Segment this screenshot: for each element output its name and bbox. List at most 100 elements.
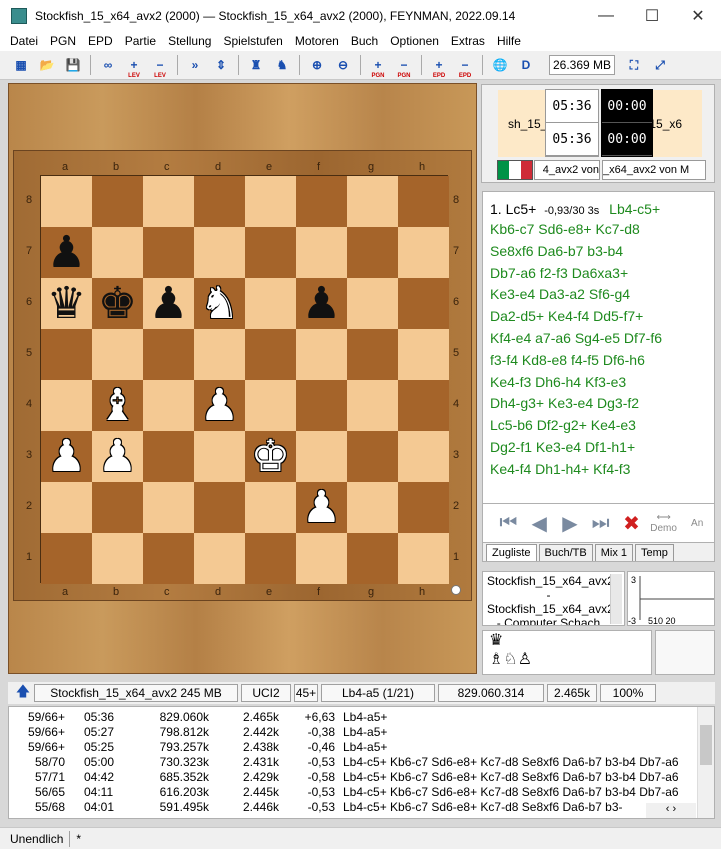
tab-zugliste[interactable]: Zugliste	[486, 544, 537, 561]
tab-buchtb[interactable]: Buch/TB	[538, 544, 593, 561]
variation-line[interactable]: Kb6-c7 Sd6-e8+ Kc7-d8	[490, 219, 714, 241]
last-move-icon[interactable]: ⏭	[585, 512, 616, 535]
menu-datei[interactable]: Datei	[4, 34, 44, 48]
square-a4[interactable]	[41, 380, 92, 431]
square-a6[interactable]: ♛	[41, 278, 92, 329]
level-up-icon[interactable]: + LEV	[123, 54, 145, 79]
tab-temp[interactable]: Temp	[635, 544, 674, 561]
square-h1[interactable]	[398, 533, 449, 584]
pgn-remove-icon[interactable]: − PGN	[393, 54, 415, 79]
menu-buch[interactable]: Buch	[345, 34, 384, 48]
white-pawn-icon[interactable]: ♟	[98, 434, 137, 479]
infinite-icon[interactable]: ∞	[97, 54, 119, 76]
engine-row[interactable]: 55/68 04:01 591.495k 2.446k -0,53 Lb4-c5+ Kb6…	[9, 800, 714, 815]
fullscreen-icon[interactable]: ⛶	[623, 54, 645, 76]
square-c6[interactable]: ♟	[143, 278, 194, 329]
variation-line[interactable]: Ke4-f3 Dh6-h4 Kf3-e3	[490, 372, 714, 394]
square-c7[interactable]	[143, 227, 194, 278]
square-d5[interactable]	[194, 329, 245, 380]
square-b5[interactable]	[92, 329, 143, 380]
variation-line[interactable]: Dg2-f1 Ke3-e4 Df1-h1+	[490, 437, 714, 459]
flip-board-icon[interactable]: ⇕	[210, 54, 232, 76]
menu-partie[interactable]: Partie	[119, 34, 162, 48]
black-pawn-icon[interactable]: ♟	[47, 230, 86, 275]
variation-line[interactable]: Kf4-e4 a7-a6 Sg4-e5 Df7-f6	[490, 328, 714, 350]
delete-icon[interactable]: ✖	[616, 511, 647, 536]
square-e6[interactable]	[245, 278, 296, 329]
notation-panel[interactable]: 1. Lc5+ -0,93/30 3s Lb4-c5+ Kb6-c7 Sd6-e…	[482, 191, 715, 504]
square-e5[interactable]	[245, 329, 296, 380]
square-d7[interactable]	[194, 227, 245, 278]
square-h7[interactable]	[398, 227, 449, 278]
square-f8[interactable]	[296, 176, 347, 227]
fit-icon[interactable]: ⤢	[649, 54, 671, 76]
first-move-icon[interactable]: ⏮	[493, 512, 524, 535]
square-b3[interactable]: ♟	[92, 431, 143, 482]
square-h4[interactable]	[398, 380, 449, 431]
square-f3[interactable]	[296, 431, 347, 482]
epd-remove-icon[interactable]: − EPD	[454, 54, 476, 79]
square-d8[interactable]	[194, 176, 245, 227]
square-c4[interactable]	[143, 380, 194, 431]
square-g2[interactable]	[347, 482, 398, 533]
engine-output-list[interactable]: 59/66+ 05:36 829.060k 2.465k +6,63 Lb4-a5+ 59/…	[8, 706, 715, 819]
variation-line[interactable]: Db7-a6 f2-f3 Da6xa3+	[490, 263, 714, 285]
menu-extras[interactable]: Extras	[445, 34, 491, 48]
setup-position-icon[interactable]: ♜	[245, 54, 267, 76]
engine-row[interactable]: 57/71 04:42 685.352k 2.429k -0,58 Lb4-c5+ Kb6…	[9, 770, 714, 785]
close-button[interactable]: ✕	[675, 6, 721, 26]
level-down-icon[interactable]: − LEV	[149, 54, 171, 79]
white-pawn-icon[interactable]: ♟	[200, 383, 239, 428]
minimize-button[interactable]: —	[583, 7, 629, 25]
square-f4[interactable]	[296, 380, 347, 431]
black-queen-icon[interactable]: ♛	[47, 281, 86, 326]
square-e2[interactable]	[245, 482, 296, 533]
square-g7[interactable]	[347, 227, 398, 278]
black-pawn-icon[interactable]: ♟	[149, 281, 188, 326]
square-f7[interactable]	[296, 227, 347, 278]
square-d6[interactable]: ♞	[194, 278, 245, 329]
square-b4[interactable]: ♝	[92, 380, 143, 431]
square-a7[interactable]: ♟	[41, 227, 92, 278]
square-f1[interactable]	[296, 533, 347, 584]
menu-spielstufen[interactable]: Spielstufen	[217, 34, 288, 48]
square-g3[interactable]	[347, 431, 398, 482]
variation-line[interactable]: Dh4-g3+ Ke3-e4 Dg3-f2	[490, 393, 714, 415]
square-g8[interactable]	[347, 176, 398, 227]
menu-epd[interactable]: EPD	[82, 34, 119, 48]
square-a5[interactable]	[41, 329, 92, 380]
square-b7[interactable]	[92, 227, 143, 278]
square-h5[interactable]	[398, 329, 449, 380]
white-pawn-icon[interactable]: ♟	[302, 485, 341, 530]
square-a2[interactable]	[41, 482, 92, 533]
square-e1[interactable]	[245, 533, 296, 584]
dgt-icon[interactable]: D	[515, 54, 537, 76]
engine-title-scrollbar[interactable]	[610, 574, 622, 624]
variation-line[interactable]: Lc5-b6 Df2-g2+ Ke4-e3	[490, 415, 714, 437]
square-g1[interactable]	[347, 533, 398, 584]
white-pawn-icon[interactable]: ♟	[47, 434, 86, 479]
square-g6[interactable]	[347, 278, 398, 329]
chess-board[interactable]: ♟ ♛ ♚ ♟ ♞ ♟ ♝ ♟ ♟ ♟ ♚ ♟	[40, 175, 449, 584]
black-pawn-icon[interactable]: ♟	[302, 281, 341, 326]
scroll-thumb[interactable]	[700, 725, 712, 765]
analysis-button[interactable]: An	[680, 518, 714, 529]
pgn-add-icon[interactable]: + PGN	[367, 54, 389, 79]
maximize-button[interactable]: ☐	[629, 6, 675, 26]
white-king-icon[interactable]: ♚	[251, 434, 290, 479]
square-e7[interactable]	[245, 227, 296, 278]
square-h8[interactable]	[398, 176, 449, 227]
square-c8[interactable]	[143, 176, 194, 227]
variation-line[interactable]: Se8xf6 Da6-b7 b3-b4	[490, 241, 714, 263]
square-h3[interactable]	[398, 431, 449, 482]
next-move-icon[interactable]: ▶	[555, 511, 586, 536]
square-f6[interactable]: ♟	[296, 278, 347, 329]
square-c5[interactable]	[143, 329, 194, 380]
square-b2[interactable]	[92, 482, 143, 533]
square-a1[interactable]	[41, 533, 92, 584]
horizontal-scroll-arrows[interactable]: ‹ ›	[646, 803, 696, 818]
menu-stellung[interactable]: Stellung	[162, 34, 217, 48]
previous-move-icon[interactable]: ◀	[524, 511, 555, 536]
edit-position-icon[interactable]: ♞	[271, 54, 293, 76]
variation-line[interactable]: Ke4-f4 Dh1-h4+ Kf4-f3	[490, 459, 714, 481]
